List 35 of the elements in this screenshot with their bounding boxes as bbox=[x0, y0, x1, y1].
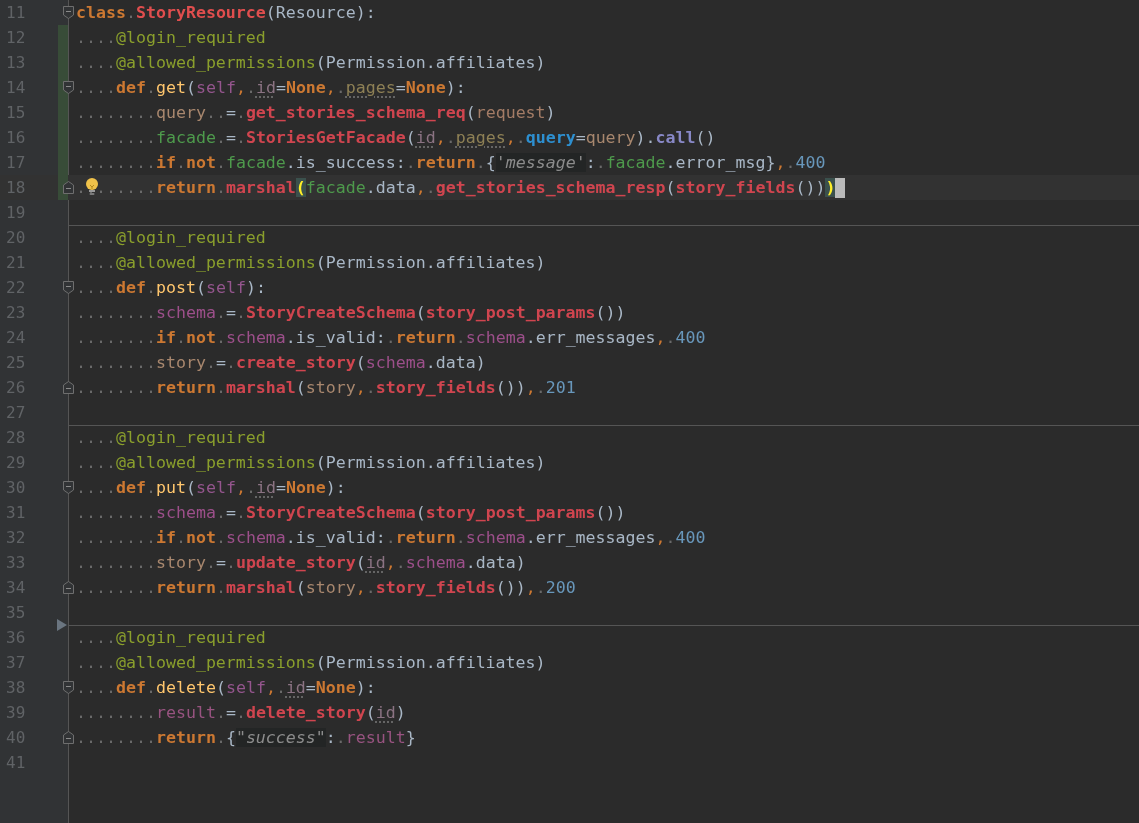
code-line: ........return.marshal(story,.story_fields()),.201 bbox=[76, 377, 576, 399]
code-line: ....@login_required bbox=[76, 627, 266, 649]
code-line: ........if.not.facade.is_success:.return.{'message':.facade.error_msg},.400 bbox=[76, 152, 826, 174]
code-line: ........schema.=.StoryCreateSchema(story_post_params()) bbox=[76, 302, 626, 324]
fold-icon[interactable] bbox=[63, 281, 74, 294]
code-line: ........facade.=.StoriesGetFacade(id,.pages,.query=query).call() bbox=[76, 127, 716, 149]
code-line: ........return.marshal(story,.story_fields()),.200 bbox=[76, 577, 576, 599]
code-line: ....def.get(self,.id=None,.pages=None): bbox=[76, 77, 466, 99]
code-line: ....@allowed_permissions(Permission.affiliates) bbox=[76, 252, 546, 274]
code-line: ........if.not.schema.is_valid:.return.schema.err_messages,.400 bbox=[76, 527, 706, 549]
code-line: ........return.{"success":.result} bbox=[76, 727, 416, 749]
code-line: ....@allowed_permissions(Permission.affiliates) bbox=[76, 452, 546, 474]
code-line: ....@login_required bbox=[76, 27, 266, 49]
code-line: ....@login_required bbox=[76, 227, 266, 249]
code-line: ....def.delete(self,.id=None): bbox=[76, 677, 376, 699]
fold-icon[interactable] bbox=[63, 81, 74, 94]
code-line: ........query..=.get_stories_schema_req(request) bbox=[76, 102, 556, 124]
code-line: ........story.=.create_story(schema.data) bbox=[76, 352, 486, 374]
fold-icon[interactable] bbox=[63, 181, 74, 194]
code-line: class.StoryResource(Resource): bbox=[76, 2, 376, 24]
code-line: ....@login_required bbox=[76, 427, 266, 449]
code-line: ........schema.=.StoryCreateSchema(story_post_params()) bbox=[76, 502, 626, 524]
fold-icon[interactable] bbox=[63, 481, 74, 494]
code-line: ....def.post(self): bbox=[76, 277, 266, 299]
code-line: ........result.=.delete_story(id) bbox=[76, 702, 406, 724]
code-line: ........story.=.update_story(id,.schema.data) bbox=[76, 552, 526, 574]
fold-icon[interactable] bbox=[63, 6, 74, 19]
code-line: ....def.put(self,.id=None): bbox=[76, 477, 346, 499]
code-line: ........if.not.schema.is_valid:.return.schema.err_messages,.400 bbox=[76, 327, 706, 349]
fold-icon[interactable] bbox=[63, 731, 74, 744]
fold-icon[interactable] bbox=[63, 381, 74, 394]
code-line: ....@allowed_permissions(Permission.affiliates) bbox=[76, 52, 546, 74]
fold-icon[interactable] bbox=[63, 681, 74, 694]
code-line: ....@allowed_permissions(Permission.affiliates) bbox=[76, 652, 546, 674]
fold-icon[interactable] bbox=[63, 581, 74, 594]
